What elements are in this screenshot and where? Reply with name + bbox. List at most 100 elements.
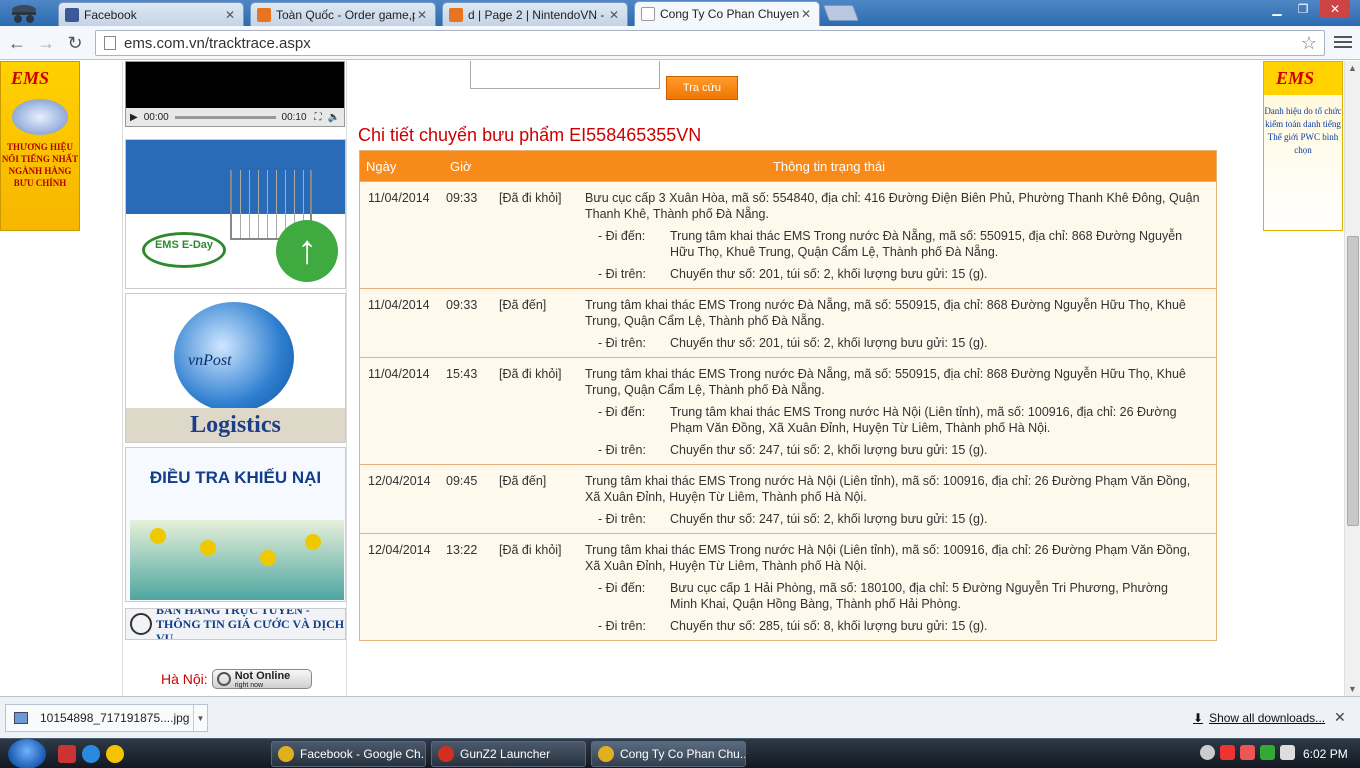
reload-icon[interactable]: ↻ [63, 31, 87, 55]
online-sales-banner[interactable]: BÁN HÀNG TRỰC TUYẾN - THÔNG TIN GIÁ CƯỚC… [125, 608, 346, 640]
sub-value: Chuyến thư số: 285, túi số: 8, khối lượn… [670, 619, 988, 633]
back-arrow-icon[interactable]: ← [5, 31, 29, 55]
tray-icon[interactable] [1220, 745, 1235, 760]
window-close-button[interactable]: ✕ [1320, 0, 1350, 18]
close-icon[interactable]: ✕ [607, 8, 621, 22]
sub-value: Chuyến thư số: 247, túi số: 2, khối lượn… [670, 443, 988, 457]
row-sub: - Đi đến: Bưu cục cấp 1 Hải Phòng, mã số:… [598, 580, 1196, 612]
ems-logo: EMS [11, 68, 50, 88]
page-icon [104, 36, 116, 50]
sub-key: - Đi trên: [598, 512, 646, 526]
table-row: 11/04/2014 09:33 [Đã đến] Trung tâm khai… [360, 288, 1216, 357]
fullscreen-icon[interactable]: ⛶ [315, 112, 322, 123]
minimize-button[interactable]: ▁ [1264, 0, 1290, 18]
scrollbar-thumb[interactable] [1347, 236, 1359, 526]
url-input[interactable] [124, 34, 1294, 52]
row-status: [Đã đến] [499, 474, 547, 488]
scroll-up-icon[interactable]: ▲ [1348, 63, 1357, 73]
sub-key: - Đi đến: [598, 405, 646, 419]
download-arrow-icon: ⬇ [1193, 711, 1204, 725]
scroll-down-icon[interactable]: ▼ [1348, 684, 1357, 694]
taskbar-item-ems[interactable]: Cong Ty Co Phan Chu... [591, 741, 746, 767]
header-time: Giờ [450, 158, 472, 174]
row-info: Trung tâm khai thác EMS Trong nước Hà Nộ… [585, 543, 1191, 573]
row-status: [Đã đi khỏi] [499, 367, 562, 381]
download-filename: 10154898_717191875....jpg [40, 711, 190, 725]
chrome-menu-icon[interactable] [1334, 33, 1352, 53]
network-icon[interactable] [1260, 745, 1275, 760]
row-sub: - Đi trên: Chuyến thư số: 247, túi số: 2,… [598, 511, 1196, 527]
quicklaunch-icon[interactable] [58, 745, 76, 763]
taskbar-item-gunz2[interactable]: GunZ2 Launcher [431, 741, 586, 767]
ad-text: THƯƠNG HIỆU NỔI TIẾNG NHẤT NGÀNH HÀNG BƯ… [1, 142, 79, 188]
new-tab-button[interactable] [823, 5, 859, 21]
vnpost-logistics-banner[interactable]: vnPost Logistics [125, 293, 346, 443]
ems-ad-left[interactable]: EMS THƯƠNG HIỆU NỔI TIẾNG NHẤT NGÀNH HÀN… [0, 61, 80, 231]
restore-button[interactable]: ❐ [1290, 0, 1316, 18]
complaint-banner[interactable]: ĐIỀU TRA KHIẾU NẠI [125, 447, 346, 602]
chrome-icon [598, 746, 614, 762]
start-button[interactable] [8, 739, 46, 768]
tracking-number-textarea[interactable] [470, 61, 660, 89]
row-sub: - Đi đến: Trung tâm khai thác EMS Trong n… [598, 228, 1196, 260]
row-status: [Đã đến] [499, 298, 547, 312]
row-info: Trung tâm khai thác EMS Trong nước Đà Nẵ… [585, 298, 1186, 328]
airplane-image [12, 99, 68, 135]
sub-value: Chuyến thư số: 201, túi số: 2, khối lượn… [670, 336, 988, 350]
download-item[interactable]: 10154898_717191875....jpg ▼ [5, 704, 208, 732]
row-status: [Đã đi khỏi] [499, 191, 562, 205]
ems-ad-right[interactable]: EMS Danh hiệu do tổ chức kiểm toán danh … [1263, 61, 1343, 231]
volume-icon[interactable] [1280, 745, 1295, 760]
sub-key: - Đi trên: [598, 336, 646, 350]
ems-eday-banner[interactable]: EMS E-Day ↑ [125, 139, 346, 289]
tab-title: Cong Ty Co Phan Chuyen Ph [660, 7, 799, 21]
internet-explorer-icon[interactable] [82, 745, 100, 763]
online-status-button[interactable]: Not Online right now [211, 669, 312, 689]
row-date: 11/04/2014 [368, 367, 430, 381]
row-time: 13:22 [446, 543, 478, 557]
chevron-down-icon[interactable]: ▼ [193, 705, 207, 731]
vertical-scrollbar[interactable]: ▲ ▼ [1344, 61, 1360, 696]
tab-order-game[interactable]: Toàn Quốc - Order game,phụ ✕ [250, 2, 436, 26]
row-sub: - Đi trên: Chuyến thư số: 201, túi số: 2,… [598, 335, 1196, 351]
status-icon [216, 672, 231, 686]
page-icon [641, 7, 655, 21]
address-bar[interactable]: ☆ [95, 30, 1325, 56]
search-button[interactable]: Tra cứu [666, 76, 738, 100]
taskbar-label: Facebook - Google Ch... [300, 747, 426, 761]
close-icon[interactable]: ✕ [1334, 709, 1346, 726]
tray-icon[interactable] [1200, 745, 1215, 760]
row-info: Trung tâm khai thác EMS Trong nước Hà Nộ… [585, 474, 1191, 504]
video-player[interactable]: ▶ 00:00 00:10 ⛶ 🔈 [125, 61, 345, 127]
play-icon[interactable]: ▶ [130, 112, 138, 123]
volume-icon[interactable]: 🔈 [328, 112, 340, 123]
clock[interactable]: 6:02 PM [1303, 747, 1348, 761]
taskbar-label: Cong Ty Co Phan Chu... [620, 747, 746, 761]
row-time: 09:33 [446, 298, 478, 312]
row-time: 15:43 [446, 367, 478, 381]
downloads-bar: 10154898_717191875....jpg ▼ ⬇ Show all d… [0, 696, 1360, 738]
row-date: 12/04/2014 [368, 543, 431, 557]
online-sales-text: BÁN HÀNG TRỰC TUYẾN - THÔNG TIN GIÁ CƯỚC… [156, 608, 345, 640]
hanoi-label: Hà Nội: [161, 671, 208, 687]
taskbar-item-facebook[interactable]: Facebook - Google Ch... [271, 741, 426, 767]
close-icon[interactable]: ✕ [415, 8, 429, 22]
tab-facebook[interactable]: Facebook ✕ [58, 2, 244, 26]
complaint-heading: ĐIỀU TRA KHIẾU NẠI [149, 468, 322, 487]
tab-strip: Facebook ✕ Toàn Quốc - Order game,phụ ✕ … [0, 0, 1360, 26]
headset-icon [130, 613, 152, 635]
close-icon[interactable]: ✕ [223, 8, 237, 22]
tray-icon[interactable] [1240, 745, 1255, 760]
video-seek-bar[interactable] [174, 115, 276, 119]
forward-arrow-icon[interactable]: → [34, 31, 58, 55]
sub-key: - Đi đến: [598, 229, 646, 243]
close-icon[interactable]: ✕ [799, 7, 813, 21]
online-status-sub: right now [234, 681, 264, 689]
messenger-icon[interactable] [106, 745, 124, 763]
tracking-table: Ngày Giờ Thông tin trạng thái 11/04/2014… [359, 150, 1217, 641]
tab-ems-active[interactable]: Cong Ty Co Phan Chuyen Ph ✕ [634, 1, 820, 26]
tab-nintendovn[interactable]: d | Page 2 | NintendoVN - Th ✕ [442, 2, 628, 26]
show-all-downloads-link[interactable]: ⬇ Show all downloads... [1193, 711, 1325, 725]
bookmark-star-icon[interactable]: ☆ [1294, 33, 1324, 54]
table-row: 12/04/2014 09:45 [Đã đến] Trung tâm khai… [360, 464, 1216, 533]
